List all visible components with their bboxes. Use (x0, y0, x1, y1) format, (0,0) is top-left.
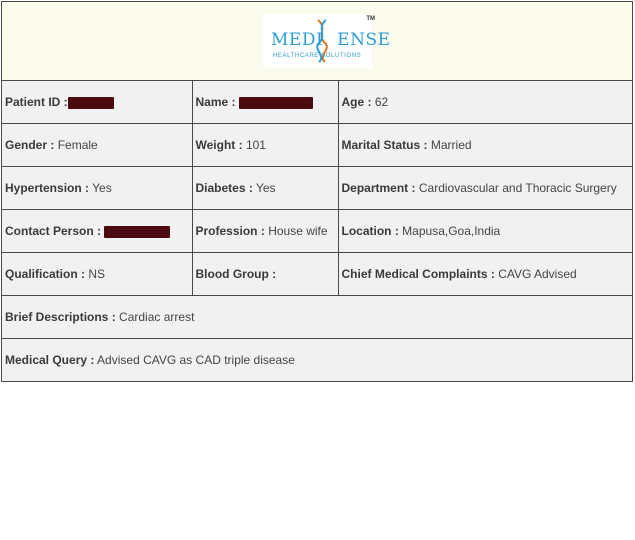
logo-tagline: HEALTHCARE SOLUTIONS (273, 53, 362, 59)
profession-cell: Profession : House wife (191, 209, 339, 253)
medical-query-value: Advised CAVG as CAD triple disease (97, 353, 295, 367)
medical-query-label: Medical Query : (5, 353, 95, 367)
gender-value: Female (57, 138, 98, 152)
table-row: Hypertension : Yes Diabetes : Yes Depart… (2, 166, 632, 210)
brief-descriptions-value: Cardiac arrest (119, 310, 195, 324)
hypertension-label: Hypertension : (5, 181, 90, 195)
table-row: Gender : Female Weight : 101 Marital Sta… (2, 123, 632, 167)
brief-descriptions-label: Brief Descriptions : (5, 310, 116, 324)
age-cell: Age : 62 (337, 81, 632, 124)
blood-group-cell: Blood Group : (191, 252, 339, 296)
profession-value: House wife (268, 224, 328, 238)
department-value: Cardiovascular and Thoracic Surgery (418, 181, 617, 195)
logo-wordmark: MEDI ENSE (271, 30, 391, 50)
brief-descriptions-cell: Brief Descriptions : Cardiac arrest (2, 295, 632, 339)
location-cell: Location : Mapusa,Goa,India (337, 209, 632, 253)
marital-status-value: Married (430, 138, 472, 152)
diabetes-value: Yes (255, 181, 276, 195)
patient-id-cell: Patient ID : (2, 81, 193, 124)
table-row: Contact Person : Profession : House wife… (2, 209, 632, 253)
hypertension-value: Yes (92, 181, 112, 195)
table-row: Qualification : NS Blood Group : Chief M… (2, 252, 632, 296)
location-value: Mapusa,Goa,India (402, 224, 501, 238)
qualification-cell: Qualification : NS (2, 252, 193, 296)
contact-person-redaction (104, 225, 171, 238)
qualification-label: Qualification : (5, 267, 86, 281)
table-row: Patient ID : Name : Age : 62 (2, 81, 632, 124)
weight-value: 101 (245, 138, 266, 152)
chief-complaints-cell: Chief Medical Complaints : CAVG Advised (337, 252, 632, 296)
contact-person-label: Contact Person : (5, 224, 102, 238)
name-label: Name : (195, 95, 236, 109)
patient-id-label: Patient ID : (5, 95, 68, 109)
patient-record-sheet: TM MEDI ENSE HEALTHCARE SOLUTIONS Patient… (1, 1, 633, 382)
profession-label: Profession : (195, 224, 265, 238)
marital-status-cell: Marital Status : Married (337, 123, 632, 167)
marital-status-label: Marital Status : (341, 138, 428, 152)
table-row: Brief Descriptions : Cardiac arrest (2, 295, 632, 339)
gender-cell: Gender : Female (2, 123, 193, 167)
qualification-value: NS (88, 267, 106, 281)
contact-person-cell: Contact Person : (2, 209, 193, 253)
patient-details-table: Patient ID : Name : Age : 62 Gender : Fe… (2, 81, 632, 381)
age-label: Age : (341, 95, 372, 109)
medisense-logo: TM MEDI ENSE HEALTHCARE SOLUTIONS (263, 14, 390, 68)
weight-label: Weight : (195, 138, 243, 152)
chief-complaints-value: CAVG Advised (498, 267, 577, 281)
age-value: 62 (374, 95, 389, 109)
gender-label: Gender : (5, 138, 55, 152)
hypertension-cell: Hypertension : Yes (2, 166, 193, 210)
patient-id-redaction (67, 96, 114, 109)
name-cell: Name : (191, 81, 339, 124)
medical-query-cell: Medical Query : Advised CAVG as CAD trip… (2, 338, 632, 381)
department-label: Department : (341, 181, 416, 195)
blood-group-label: Blood Group : (195, 267, 277, 281)
diabetes-cell: Diabetes : Yes (191, 166, 339, 210)
trademark-mark: TM (366, 16, 375, 22)
location-label: Location : (341, 224, 399, 238)
logo-word-right: ENSE (337, 30, 391, 50)
diabetes-label: Diabetes : (195, 181, 253, 195)
name-redaction (238, 96, 313, 109)
header-logo-row: TM MEDI ENSE HEALTHCARE SOLUTIONS (2, 2, 632, 81)
chief-complaints-label: Chief Medical Complaints : (341, 267, 495, 281)
table-row: Medical Query : Advised CAVG as CAD trip… (2, 338, 632, 381)
weight-cell: Weight : 101 (191, 123, 339, 167)
department-cell: Department : Cardiovascular and Thoracic… (337, 166, 632, 210)
